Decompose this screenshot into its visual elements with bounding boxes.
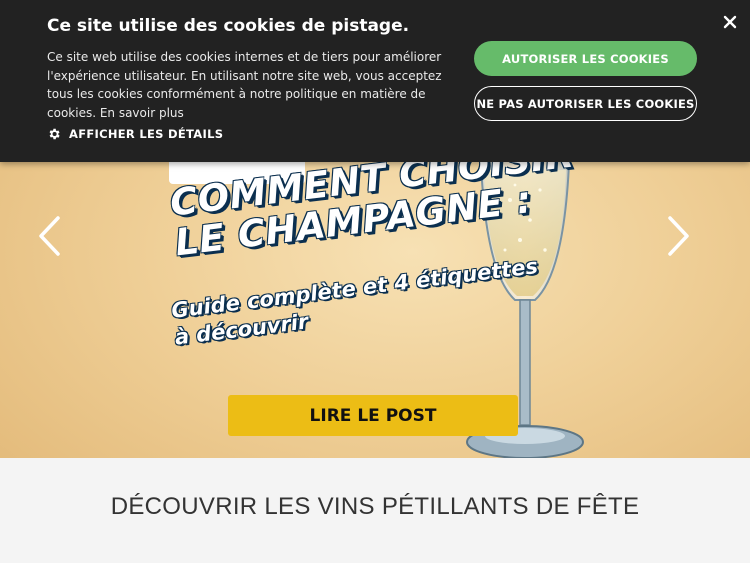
show-details-link[interactable]: AFFICHER LES DÉTAILS <box>47 127 223 141</box>
close-icon[interactable] <box>720 12 740 32</box>
deny-cookies-button[interactable]: NE PAS AUTORISER LES COOKIES <box>474 86 697 121</box>
cookie-banner: Ce site utilise des cookies de pistage. … <box>0 0 750 162</box>
gear-icon <box>49 128 60 140</box>
allow-cookies-button[interactable]: AUTORISER LES COOKIES <box>474 41 697 76</box>
read-post-button[interactable]: LIRE LE POST <box>228 395 518 436</box>
chevron-left-icon[interactable] <box>36 214 64 258</box>
chevron-right-icon[interactable] <box>664 214 692 258</box>
cookie-banner-text: Ce site web utilise des cookies internes… <box>47 50 442 120</box>
show-details-label: AFFICHER LES DÉTAILS <box>69 127 224 141</box>
cookie-banner-title: Ce site utilise des cookies de pistage. <box>47 16 410 36</box>
section-title: DÉCOUVRIR LES VINS PÉTILLANTS DE FÊTE <box>110 493 640 520</box>
